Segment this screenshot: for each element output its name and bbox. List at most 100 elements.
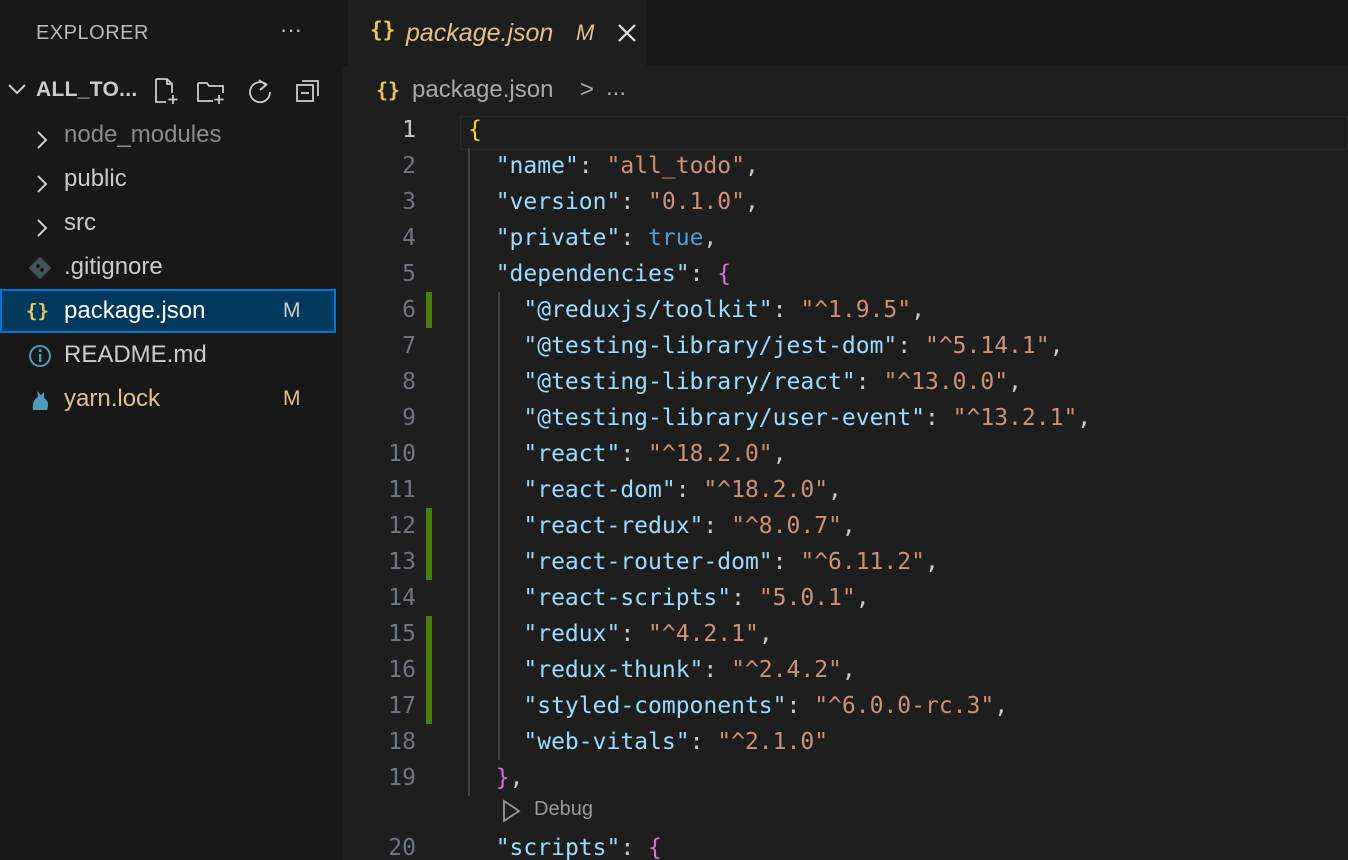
breadcrumb-file[interactable]: package.json bbox=[412, 76, 553, 104]
code-text: "scripts": { bbox=[468, 830, 662, 860]
tree-item-yarn-lock[interactable]: yarn.lock M bbox=[0, 377, 336, 421]
code-token: : bbox=[772, 549, 801, 575]
refresh-icon[interactable] bbox=[245, 76, 275, 106]
code-token: : bbox=[620, 441, 649, 467]
code-line[interactable]: 9 "@testing-library/user-event": "^13.2.… bbox=[342, 400, 1348, 436]
code-line[interactable]: 8 "@testing-library/react": "^13.0.0", bbox=[342, 364, 1348, 400]
code-token: "private" bbox=[495, 225, 621, 251]
code-line[interactable]: 3 "version": "0.1.0", bbox=[342, 184, 1348, 220]
new-folder-icon[interactable] bbox=[196, 76, 226, 106]
tree-item-label: node_modules bbox=[64, 121, 222, 148]
code-token: : bbox=[703, 657, 732, 683]
code-line[interactable]: 5 "dependencies": { bbox=[342, 256, 1348, 292]
tree-item-label: .gitignore bbox=[64, 253, 163, 280]
code-token: , bbox=[841, 513, 856, 539]
tree-item-src[interactable]: src bbox=[0, 201, 336, 245]
code-line[interactable]: 1{ bbox=[342, 112, 1348, 148]
code-line[interactable]: 12 "react-redux": "^8.0.7", bbox=[342, 508, 1348, 544]
code-text: "react-router-dom": "^6.11.2", bbox=[468, 544, 938, 580]
tree-item-node-modules[interactable]: node_modules bbox=[0, 113, 336, 157]
code-line[interactable]: 17 "styled-components": "^6.0.0-rc.3", bbox=[342, 688, 1348, 724]
code-token: , bbox=[744, 189, 759, 215]
code-token: , bbox=[772, 441, 787, 467]
code-text: "react": "^18.2.0", bbox=[468, 436, 787, 472]
breadcrumb-more[interactable]: ... bbox=[606, 74, 626, 102]
code-text: "name": "all_todo", bbox=[468, 148, 759, 184]
code-line[interactable]: 4 "private": true, bbox=[342, 220, 1348, 256]
code-token: "^1.9.5" bbox=[800, 297, 912, 323]
git-modified-gutter-mark bbox=[426, 688, 432, 724]
tab-package-json[interactable]: {} package.json M bbox=[348, 0, 646, 66]
code-line[interactable]: 11 "react-dom": "^18.2.0", bbox=[342, 472, 1348, 508]
tab-modified-indicator: M bbox=[576, 20, 595, 45]
code-line[interactable]: 7 "@testing-library/jest-dom": "^5.14.1"… bbox=[342, 328, 1348, 364]
code-token: : bbox=[772, 297, 801, 323]
tree-item-label: yarn.lock bbox=[64, 385, 161, 412]
code-text: "react-redux": "^8.0.7", bbox=[468, 508, 856, 544]
code-line[interactable]: 2 "name": "all_todo", bbox=[342, 148, 1348, 184]
code-token: : bbox=[689, 261, 718, 287]
line-number: 19 bbox=[388, 765, 416, 791]
code-text: }, bbox=[468, 760, 524, 796]
line-number: 5 bbox=[402, 261, 416, 287]
code-token: "^6.11.2" bbox=[800, 549, 925, 575]
code-line[interactable]: 10 "react": "^18.2.0", bbox=[342, 436, 1348, 472]
collapse-all-icon[interactable] bbox=[293, 76, 323, 106]
code-text: "redux": "^4.2.1", bbox=[468, 616, 773, 652]
code-token: "all_todo" bbox=[606, 153, 745, 179]
code-text: { bbox=[468, 112, 482, 148]
code-token: "redux" bbox=[523, 621, 621, 647]
line-number: 20 bbox=[388, 835, 416, 860]
explorer-title: EXPLORER bbox=[36, 22, 149, 44]
tree-item-package-json[interactable]: {} package.json M bbox=[0, 289, 336, 333]
code-token: "^18.2.0" bbox=[703, 477, 829, 503]
code-token: : bbox=[786, 693, 815, 719]
tab-bar: {} package.json M bbox=[342, 0, 1348, 66]
code-token: : bbox=[620, 835, 649, 860]
code-token: , bbox=[758, 621, 773, 647]
code-token: { bbox=[717, 261, 732, 287]
tree-item-label: README.md bbox=[64, 341, 207, 368]
code-token: "5.0.1" bbox=[758, 585, 856, 611]
git-modified-badge: M bbox=[283, 387, 301, 410]
workspace-folder-row[interactable]: ALL_TO... bbox=[0, 70, 342, 110]
code-line[interactable]: 18 "web-vitals": "^2.1.0" bbox=[342, 724, 1348, 760]
code-text: "react-dom": "^18.2.0", bbox=[468, 472, 842, 508]
code-token: : bbox=[897, 333, 925, 359]
tree-item-readme[interactable]: README.md bbox=[0, 333, 336, 377]
yarn-cat-icon bbox=[26, 385, 54, 413]
code-token: : bbox=[855, 369, 884, 395]
code-line[interactable]: 15 "redux": "^4.2.1", bbox=[342, 616, 1348, 652]
new-file-icon[interactable] bbox=[150, 76, 180, 106]
code-token: "^2.1.0" bbox=[717, 729, 829, 755]
code-line[interactable]: 16 "redux-thunk": "^2.4.2", bbox=[342, 652, 1348, 688]
code-token: "react-router-dom" bbox=[523, 549, 773, 575]
code-line[interactable]: 14 "react-scripts": "5.0.1", bbox=[342, 580, 1348, 616]
tab-title: package.json bbox=[406, 19, 554, 47]
code-token: "version" bbox=[495, 189, 621, 215]
code-line[interactable]: 13 "react-router-dom": "^6.11.2", bbox=[342, 544, 1348, 580]
line-number: 3 bbox=[402, 189, 416, 215]
code-line[interactable]: 19 }, bbox=[342, 760, 1348, 796]
code-token: , bbox=[744, 153, 759, 179]
line-number: 10 bbox=[388, 441, 416, 467]
json-file-icon: {} bbox=[26, 300, 49, 322]
git-modified-gutter-mark bbox=[426, 292, 432, 328]
code-token: "@testing-library/user-event" bbox=[523, 405, 925, 431]
tree-item-public[interactable]: public bbox=[0, 157, 336, 201]
close-icon[interactable] bbox=[614, 20, 640, 46]
tree-item-gitignore[interactable]: .gitignore bbox=[0, 245, 336, 289]
code-line[interactable]: 6 "@reduxjs/toolkit": "^1.9.5", bbox=[342, 292, 1348, 328]
json-file-icon: {} bbox=[376, 78, 401, 102]
code-line[interactable]: 20 "scripts": { bbox=[342, 830, 1348, 860]
more-actions-button[interactable]: ··· bbox=[276, 19, 306, 48]
code-text: "styled-components": "^6.0.0-rc.3", bbox=[468, 688, 1008, 724]
code-editor[interactable]: Debug 1{2 "name": "all_todo", 3 "version"… bbox=[342, 112, 1348, 860]
code-token: : bbox=[620, 621, 649, 647]
